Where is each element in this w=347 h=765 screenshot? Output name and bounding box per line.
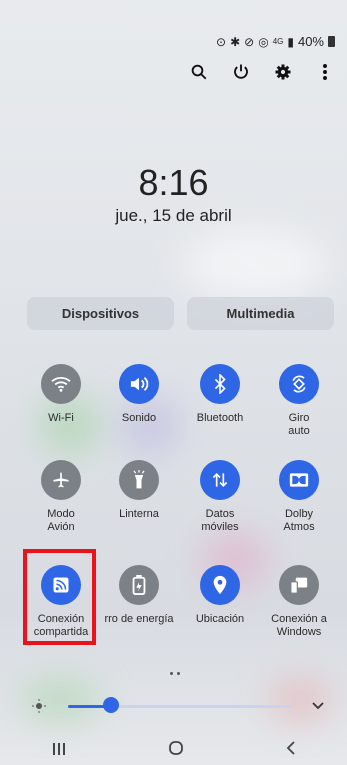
- dolby-icon: [279, 460, 319, 500]
- power-icon[interactable]: [229, 60, 253, 84]
- tile-flashlight[interactable]: Linterna: [99, 460, 179, 521]
- 4g-icon: 4G: [272, 37, 284, 46]
- media-button[interactable]: Multimedia: [187, 297, 334, 330]
- page-dot: [170, 672, 173, 675]
- tile-dolby-atmos[interactable]: Dolby Atmos: [259, 460, 339, 534]
- tile-label: Conexión a Windows: [271, 613, 327, 638]
- flashlight-icon: [119, 460, 159, 500]
- search-icon[interactable]: [187, 60, 211, 84]
- more-icon[interactable]: [313, 60, 337, 84]
- clock-date: jue., 15 de abril: [115, 206, 232, 225]
- location-icon: [200, 565, 240, 605]
- tile-wifi[interactable]: Wi-Fi: [21, 364, 101, 425]
- page-dot: [177, 672, 180, 675]
- quick-panel-toolbar: [187, 60, 337, 84]
- back-icon[interactable]: [285, 740, 297, 761]
- brightness-icon: [32, 699, 46, 718]
- data-icon: [200, 460, 240, 500]
- sound-icon: [119, 364, 159, 404]
- tile-auto-rotate[interactable]: Giro auto: [259, 364, 339, 438]
- page-indicator: [170, 672, 180, 675]
- tile-mobile-data[interactable]: Datos móviles: [180, 460, 260, 534]
- tile-label: Bluetooth: [196, 412, 244, 424]
- alarm-icon: ⊙: [216, 34, 227, 49]
- tile-label: Wi-Fi: [48, 412, 74, 424]
- highlight-box: [23, 549, 96, 645]
- no-disturb-icon: ⊘: [244, 34, 255, 49]
- devices-button[interactable]: Dispositivos: [27, 297, 174, 330]
- rotate-icon: [279, 364, 319, 404]
- brightness-slider-thumb[interactable]: [103, 697, 119, 713]
- tile-sound[interactable]: Sonido: [99, 364, 179, 425]
- battery-percent: 40%: [297, 34, 324, 49]
- navigation-bar: [0, 735, 347, 765]
- tile-label: Giro auto: [288, 412, 310, 437]
- home-icon[interactable]: [168, 740, 184, 761]
- status-bar: ⊙ ✱ ⊘ ◎ 4G ▮ 40%: [216, 34, 335, 49]
- hotspot-icon: ◎: [258, 34, 269, 49]
- wifi-icon: [41, 364, 81, 404]
- battery-icon: [328, 36, 335, 47]
- tile-bluetooth[interactable]: Bluetooth: [180, 364, 260, 425]
- battery-saver-icon: [119, 565, 159, 605]
- gear-icon[interactable]: [271, 60, 295, 84]
- signal-icon: ▮: [287, 34, 294, 49]
- tile-label: Datos móviles: [201, 508, 239, 533]
- brightness-slider[interactable]: [68, 705, 292, 708]
- tile-location[interactable]: Ubicación: [180, 565, 260, 626]
- chevron-down-icon[interactable]: [311, 698, 325, 717]
- tile-label: rro de energía: [104, 613, 174, 625]
- tile-label: Sonido: [121, 412, 157, 424]
- tile-label: Dolby Atmos: [283, 508, 315, 533]
- tile-label: Modo Avión: [47, 508, 75, 533]
- tile-label: Ubicación: [195, 613, 245, 625]
- wallpaper-blur: [180, 230, 330, 300]
- tile-label: Linterna: [119, 508, 159, 520]
- bluetooth-icon: [200, 364, 240, 404]
- windows-link-icon: [279, 565, 319, 605]
- recents-icon[interactable]: [51, 740, 67, 761]
- tile-power-saving[interactable]: rro de energía: [99, 565, 179, 626]
- airplane-icon: [41, 460, 81, 500]
- tile-airplane-mode[interactable]: Modo Avión: [21, 460, 101, 534]
- clock-time: 8:16: [138, 162, 209, 203]
- tile-link-to-windows[interactable]: Conexión a Windows: [259, 565, 339, 639]
- bluetooth-icon: ✱: [230, 34, 241, 49]
